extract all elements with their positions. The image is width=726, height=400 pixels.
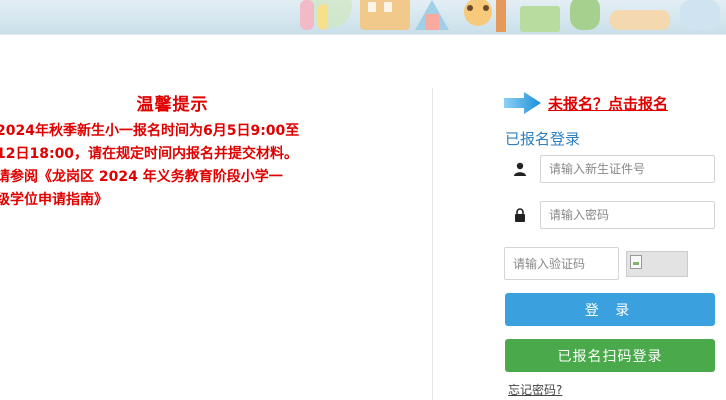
header-banner (0, 0, 726, 35)
notice-title: 温馨提示 (136, 95, 209, 115)
vertical-divider (432, 88, 433, 400)
lock-icon (505, 201, 535, 229)
banner-illustration (300, 0, 720, 32)
notice-line: 2024年秋季新生小一报名时间为6月5日9:00至 (0, 123, 300, 139)
notice-line: 12日18:00，请在规定时间内报名并提交材料。 (0, 146, 299, 162)
register-link[interactable]: 未报名？点击报名 (548, 93, 668, 114)
notice-line: 级学位申请指南》 (0, 192, 108, 208)
user-icon (505, 155, 535, 183)
broken-image-icon (630, 255, 642, 269)
scan-login-button[interactable]: 已报名扫码登录 (505, 339, 715, 372)
notice-body: 2024年秋季新生小一报名时间为6月5日9:00至 12日18:00，请在规定时… (0, 120, 406, 212)
login-section-title: 已报名登录 (505, 130, 581, 148)
register-row: 未报名？点击报名 (504, 90, 668, 116)
login-button[interactable]: 登 录 (505, 293, 715, 326)
notice-line: 请参阅《龙岗区 2024 年义务教育阶段小学一 (0, 169, 283, 185)
arrow-right-icon (504, 92, 541, 114)
captcha-input[interactable] (504, 247, 619, 280)
captcha-image[interactable] (626, 251, 688, 277)
student-id-input[interactable] (540, 155, 715, 183)
forgot-password-link[interactable]: 忘记密码? (508, 381, 562, 398)
password-input[interactable] (540, 201, 715, 229)
